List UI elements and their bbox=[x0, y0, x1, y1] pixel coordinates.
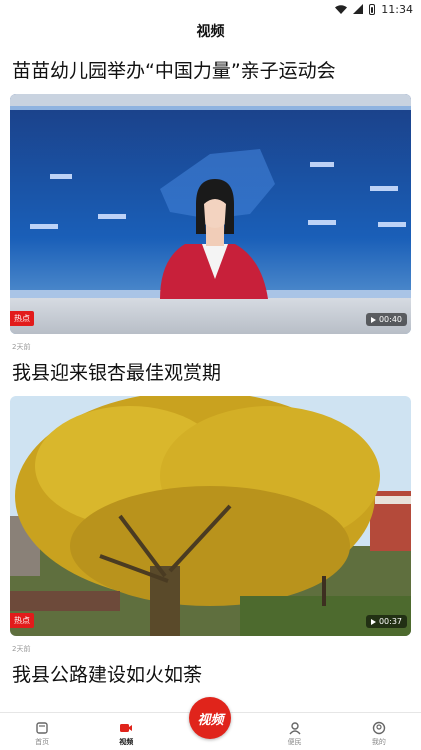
service-icon bbox=[289, 722, 301, 735]
tab-label: 首页 bbox=[35, 738, 50, 746]
video-thumbnail[interactable]: 热点 00:37 bbox=[10, 396, 411, 636]
duration-text: 00:37 bbox=[378, 617, 402, 626]
video-icon bbox=[120, 724, 133, 732]
video-title[interactable]: 苗苗幼儿园举办“中国力量”亲子运动会 bbox=[12, 58, 409, 84]
video-feed[interactable]: 苗苗幼儿园举办“中国力量”亲子运动会 热点 00:40 2天前 我县迎来银杏最佳… bbox=[0, 50, 421, 712]
hot-tag: 热点 bbox=[10, 613, 34, 628]
video-duration: 00:40 bbox=[365, 313, 407, 326]
tab-center-video[interactable]: 视频 bbox=[180, 697, 240, 747]
tab-home[interactable]: 首页 bbox=[12, 721, 72, 747]
video-badge-button[interactable]: 视频 bbox=[189, 697, 232, 739]
hot-tag: 热点 bbox=[10, 311, 34, 326]
video-title[interactable]: 我县迎来银杏最佳观赏期 bbox=[12, 360, 409, 386]
tab-service[interactable]: 便民 bbox=[265, 721, 325, 747]
post-age: 2天前 bbox=[12, 645, 31, 653]
tab-label: 便民 bbox=[287, 738, 302, 746]
video-duration: 00:37 bbox=[365, 615, 407, 628]
wifi-icon bbox=[335, 4, 348, 14]
tab-video[interactable]: 视频 bbox=[96, 721, 156, 747]
duration-text: 00:40 bbox=[378, 315, 402, 324]
video-card[interactable]: 我县迎来银杏最佳观赏期 热点 00:37 2天前 bbox=[0, 360, 421, 654]
page-title: 视频 bbox=[196, 24, 225, 40]
tab-profile[interactable]: 我的 bbox=[349, 721, 409, 747]
play-icon bbox=[370, 316, 376, 323]
video-card[interactable]: 苗苗幼儿园举办“中国力量”亲子运动会 热点 00:40 2天前 bbox=[0, 58, 421, 352]
play-icon bbox=[370, 618, 376, 625]
video-card[interactable]: 我县公路建设如火如荼 bbox=[0, 662, 421, 688]
post-age: 2天前 bbox=[12, 343, 31, 351]
home-icon bbox=[36, 722, 48, 734]
video-thumbnail[interactable]: 热点 00:40 bbox=[10, 94, 411, 334]
tab-label: 我的 bbox=[371, 738, 386, 746]
profile-icon bbox=[372, 721, 386, 735]
status-time: 11:34 bbox=[381, 2, 413, 16]
signal-icon bbox=[353, 4, 364, 14]
ginkgo-tree-image bbox=[10, 396, 411, 636]
video-title[interactable]: 我县公路建设如火如荼 bbox=[12, 662, 409, 688]
news-anchor-image bbox=[10, 94, 411, 334]
status-bar: 11:34 bbox=[0, 0, 421, 18]
bottom-tabbar: 首页 视频 视频 便民 我的 bbox=[0, 697, 421, 750]
tab-label: 视频 bbox=[119, 738, 134, 746]
battery-icon bbox=[369, 3, 376, 15]
